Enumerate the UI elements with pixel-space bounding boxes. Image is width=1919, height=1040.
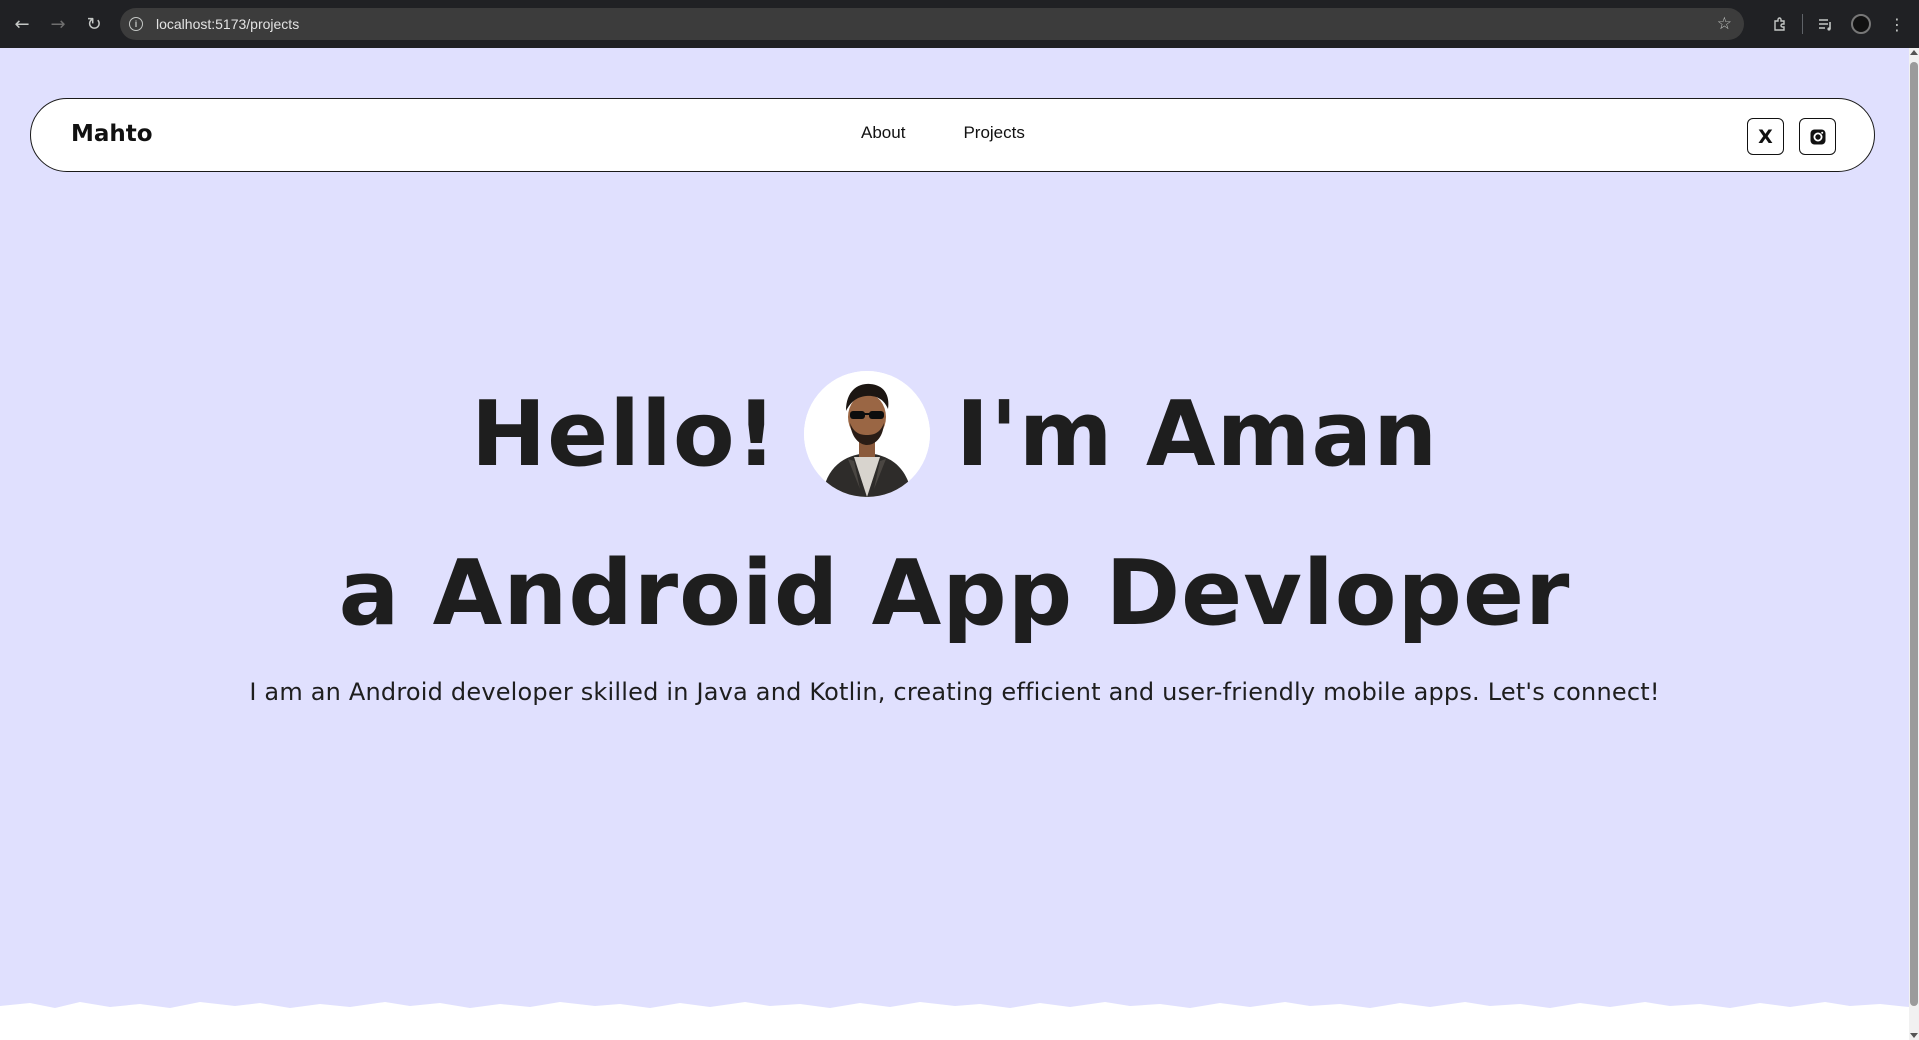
social-links: X	[1747, 118, 1836, 155]
scroll-down-arrow-icon[interactable]	[1910, 1033, 1918, 1038]
nav-links: About Projects	[861, 123, 1025, 143]
url-text: localhost:5173/projects	[156, 16, 300, 32]
reload-icon[interactable]: ↻	[76, 6, 112, 42]
hero-role: a Android App Devloper	[338, 540, 1571, 646]
profile-avatar-icon[interactable]	[1843, 6, 1879, 42]
hero-greeting-row: Hello! I'm Aman	[0, 368, 1909, 500]
instagram-icon	[1810, 129, 1825, 144]
nav-link-projects[interactable]: Projects	[963, 123, 1024, 143]
site-navbar: Mahto About Projects X	[30, 98, 1875, 172]
hero-name: I'm Aman	[955, 381, 1439, 487]
x-icon: X	[1758, 125, 1773, 148]
browser-toolbar: ← → ↻ i localhost:5173/projects ☆ ⋮	[0, 0, 1919, 48]
toolbar-separator	[1802, 14, 1803, 34]
site-info-icon[interactable]: i	[120, 8, 152, 40]
nav-link-about[interactable]: About	[861, 123, 905, 143]
avatar	[803, 371, 930, 497]
forward-icon[interactable]: →	[40, 6, 76, 42]
torn-paper-edge	[0, 1002, 1909, 1040]
address-bar[interactable]: i localhost:5173/projects ☆	[120, 8, 1744, 40]
portrait-image	[803, 371, 930, 497]
hero-role-row: a Android App Devloper	[0, 528, 1909, 658]
back-icon[interactable]: ←	[4, 6, 40, 42]
bookmark-star-icon[interactable]: ☆	[1717, 14, 1732, 34]
hero-greeting: Hello!	[470, 381, 778, 487]
brand-logo[interactable]: Mahto	[71, 121, 153, 147]
scrollbar-thumb[interactable]	[1910, 62, 1918, 1006]
hero-description: I am an Android developer skilled in Jav…	[249, 678, 1660, 706]
page-scrollbar[interactable]	[1909, 48, 1919, 1040]
x-social-button[interactable]: X	[1747, 118, 1784, 155]
menu-kebab-icon[interactable]: ⋮	[1879, 6, 1915, 42]
media-control-icon[interactable]	[1807, 6, 1843, 42]
instagram-social-button[interactable]	[1799, 118, 1836, 155]
scroll-up-arrow-icon[interactable]	[1910, 50, 1918, 55]
extensions-icon[interactable]	[1762, 6, 1798, 42]
